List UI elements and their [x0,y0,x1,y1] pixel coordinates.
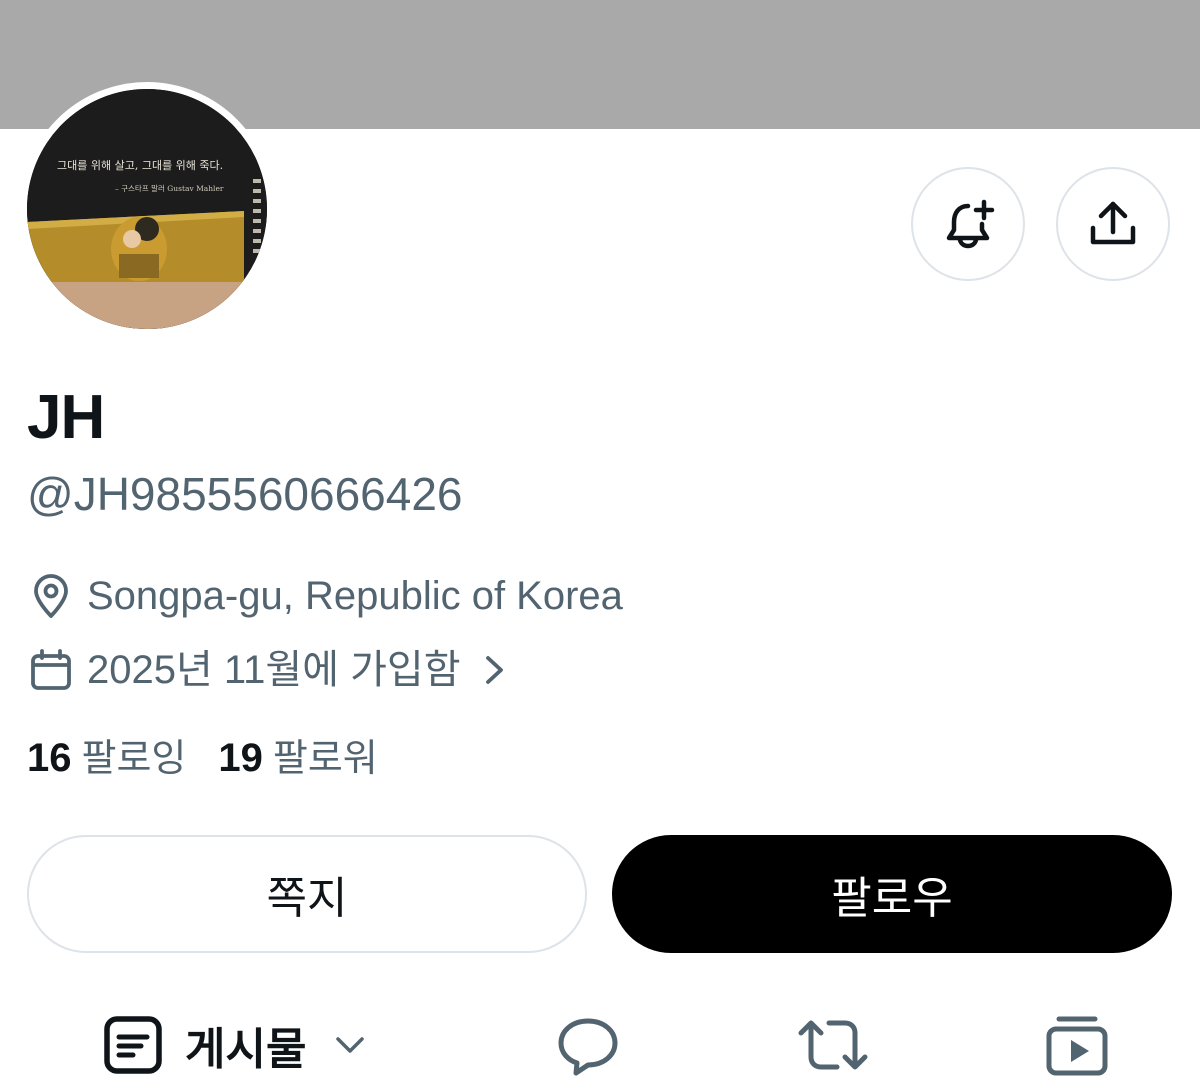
map-pin-icon [34,574,68,618]
following-label: 팔로잉 [81,736,187,780]
followers-label: 팔로워 [272,736,378,780]
following-link[interactable]: 16 팔로잉 [27,734,186,782]
tab-posts-label: 게시물 [185,1024,307,1075]
avatar-caption: 그대를 위해 살고, 그대를 위해 죽다. [57,158,223,172]
message-button[interactable]: 쪽지 [27,835,587,953]
tab-posts[interactable]: 게시물 [103,1013,368,1077]
chevron-right-icon [485,656,503,684]
avatar-blurred-area [27,282,267,329]
tab-reposts[interactable] [797,1013,869,1077]
reply-bubble-icon [558,1018,618,1076]
avatar[interactable]: 그대를 위해 살고, 그대를 위해 죽다. – 구스타프 말러 Gustav M… [27,89,267,329]
joined-text: 2025년 11월에 가입함 [87,648,461,692]
profile-tabs: 게시물 [0,1005,1200,1082]
tab-media[interactable] [1045,1013,1109,1077]
repost-icon [798,1020,868,1070]
joined-row[interactable]: 2025년 11월에 가입함 [27,646,509,694]
media-play-icon [1046,1016,1108,1076]
share-button[interactable] [1056,167,1170,281]
follow-button[interactable]: 팔로우 [612,835,1172,953]
user-handle: @JH9855560666426 [27,468,463,520]
notification-button[interactable] [911,167,1025,281]
chevron-down-icon[interactable] [332,1027,368,1063]
location-row: Songpa-gu, Republic of Korea [27,572,623,620]
followers-count: 19 [218,736,263,780]
avatar-attribution: – 구스타프 말러 Gustav Mahler [115,184,224,193]
followers-link[interactable]: 19 팔로워 [218,734,377,782]
share-upload-icon [1090,201,1136,245]
bell-plus-icon [946,199,995,249]
following-count: 16 [27,736,72,780]
tab-replies[interactable] [556,1013,620,1077]
avatar-image: 그대를 위해 살고, 그대를 위해 죽다. – 구스타프 말러 Gustav M… [27,89,267,329]
display-name: JH [27,383,105,452]
profile-page: 그대를 위해 살고, 그대를 위해 죽다. – 구스타프 말러 Gustav M… [0,0,1200,1082]
location-text: Songpa-gu, Republic of Korea [87,574,623,618]
posts-icon [104,1016,162,1074]
follow-stats: 16 팔로잉 19 팔로워 [27,734,410,782]
calendar-icon [31,649,71,690]
